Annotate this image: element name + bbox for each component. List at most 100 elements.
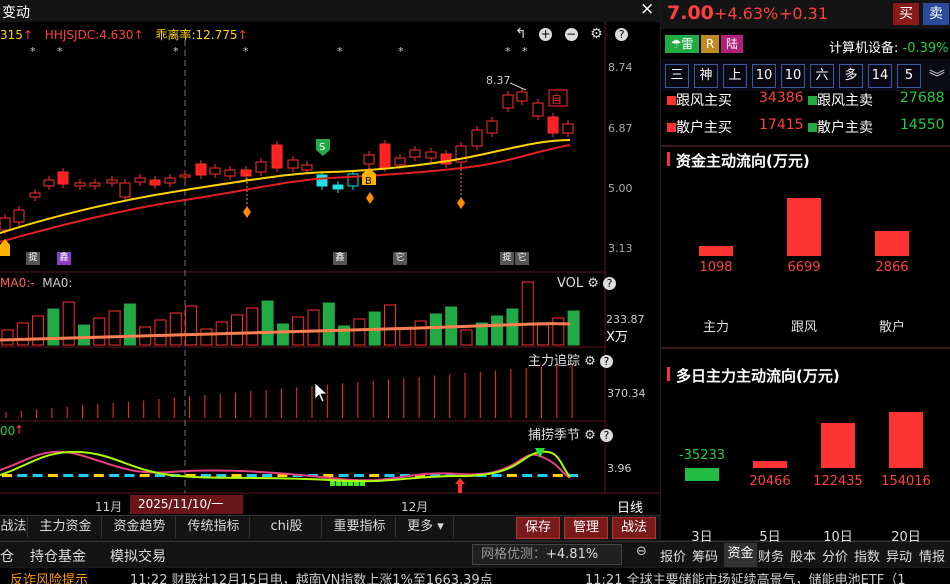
trade-value: 27688 [900, 90, 945, 106]
status-sim-trade[interactable]: 模拟交易 [110, 546, 166, 566]
flow-bar [699, 246, 733, 256]
save-button[interactable]: 保存 [516, 517, 560, 539]
tab-important[interactable]: 重要指标 [324, 516, 396, 538]
flow-value: 154016 [881, 474, 931, 489]
status-position[interactable]: 仓 [0, 546, 14, 566]
flow-bar [889, 412, 923, 468]
flow-bar [787, 198, 821, 256]
tab-chips[interactable]: 筹码 [692, 546, 718, 565]
thunder-badge[interactable]: ☂雷 [665, 35, 699, 53]
trade-value: 17415 [759, 117, 804, 133]
sector-name: 计算机设备: [829, 41, 899, 56]
flow-bar [753, 461, 787, 468]
collapse-icon[interactable]: ⊖ [636, 544, 647, 559]
event-badge[interactable]: 鑫 [57, 252, 71, 265]
svg-text:*: * [505, 45, 511, 58]
help-icon[interactable]: ? [603, 277, 617, 290]
period-tab[interactable]: 三 [665, 64, 689, 88]
news-ticker[interactable]: 反诈风险提示 11:22 财联社12月15日电，越南VN指数上涨1%至1663.… [0, 568, 950, 584]
tab-zhanfa[interactable]: 战法 [0, 516, 28, 538]
ticker-news-1[interactable]: 11:22 财联社12月15日电，越南VN指数上涨1%至1663.39点 [130, 569, 570, 584]
gear-icon[interactable]: ⚙ [584, 428, 596, 443]
help-icon[interactable]: ? [599, 429, 613, 442]
lu-badge[interactable]: 陆 [721, 35, 743, 53]
event-badge[interactable]: 提 [500, 252, 514, 265]
period-tab[interactable]: 14 [868, 64, 892, 88]
svg-text:*: * [337, 45, 343, 58]
event-badge[interactable]: 它 [515, 252, 529, 265]
svg-text:S: S [319, 142, 325, 153]
grid-optimize-value: +4.81% [546, 547, 599, 562]
trade-label: 散户主卖 [817, 120, 873, 136]
r-badge[interactable]: R [701, 35, 719, 53]
period-tab[interactable]: 10 [781, 64, 805, 88]
period-tab[interactable]: 上 [723, 64, 747, 88]
tab-chi[interactable]: chi股 [252, 516, 322, 538]
separator [661, 145, 950, 147]
chevron-down-icon[interactable]: ︾ [929, 64, 945, 88]
event-badge[interactable]: 鑫 [333, 252, 347, 265]
flow-label: 散户 [878, 320, 905, 335]
ticker-warning[interactable]: 反诈风险提示 [10, 569, 88, 584]
tab-price-dist[interactable]: 分价 [822, 546, 848, 565]
status-holding-fund[interactable]: 持仓基金 [30, 546, 86, 566]
flow-bar [821, 423, 855, 468]
tab-finance[interactable]: 财务 [758, 546, 784, 565]
tab-traditional[interactable]: 传统指标 [178, 516, 250, 538]
zhanfa-button[interactable]: 战法 [612, 517, 656, 539]
trade-value: 34386 [759, 90, 804, 106]
ticker-news-2[interactable]: 11:21 全球主要储能市场延续高景气，储能电池ETF（1 [585, 569, 950, 584]
flow-value: 2866 [875, 260, 909, 275]
flow-label: 20日 [891, 530, 921, 545]
tab-anomaly[interactable]: 异动 [886, 546, 912, 565]
price-tick: 3.13 [608, 242, 633, 255]
tab-main-fund[interactable]: 主力资金 [30, 516, 102, 538]
tab-equity[interactable]: 股本 [790, 546, 816, 565]
event-badge[interactable]: 它 [393, 252, 407, 265]
sell-button[interactable]: 卖 [923, 3, 949, 25]
quote-header: 7.00 +4.63% +0.31 买 卖 [661, 0, 950, 29]
vol-ma-label-2: MA0: [42, 276, 73, 290]
season-title-text: 捕捞季节 [528, 428, 581, 443]
gear-icon[interactable]: ⚙ [584, 354, 596, 369]
tab-intel[interactable]: 情报 [919, 546, 945, 565]
manage-button[interactable]: 管理 [564, 517, 608, 539]
buy-button[interactable]: 买 [893, 3, 919, 25]
tab-index[interactable]: 指数 [854, 546, 880, 565]
time-label-nov: 11月 [95, 500, 123, 514]
vol-title: VOL ⚙ ? [557, 276, 617, 291]
event-badge[interactable]: 提 [26, 252, 40, 265]
grid-optimize-box[interactable]: 网格优测：+4.81% [472, 544, 622, 565]
title-marker [667, 152, 670, 166]
help-icon[interactable]: ? [599, 355, 613, 368]
period-tab[interactable]: 10 [752, 64, 776, 88]
separator [661, 347, 950, 349]
tab-fund-trend[interactable]: 资金趋势 [104, 516, 176, 538]
flow-value: -35233 [678, 448, 726, 463]
kline-chart-pane[interactable]: 变动 × 315↑ HHJSJDC:4.630↑ 乖离率:12.775↑ ↰ +… [0, 0, 660, 515]
sector-info[interactable]: 计算机设备: -0.39% [829, 37, 949, 56]
tab-fund[interactable]: 资金 [724, 543, 757, 567]
svg-text:*: * [243, 45, 249, 58]
tab-quote[interactable]: 报价 [660, 546, 686, 565]
period-tab[interactable]: 神 [694, 64, 718, 88]
buy-marker [667, 96, 676, 105]
svg-text:*: * [398, 45, 404, 58]
buy-marker [667, 123, 676, 132]
period-label[interactable]: 日线 [617, 497, 643, 515]
title-marker [667, 367, 670, 381]
trade-value: 14550 [900, 117, 945, 133]
sell-marker [808, 96, 817, 105]
period-tab[interactable]: 六 [810, 64, 834, 88]
vol-title-text: VOL [557, 276, 584, 291]
period-tab[interactable]: 5 [897, 64, 921, 88]
capital-flow-plot [661, 188, 950, 256]
gear-icon[interactable]: ⚙ [587, 276, 599, 291]
svg-text:*: * [57, 45, 63, 58]
tab-more[interactable]: 更多 ▾ [398, 516, 454, 538]
right-panel: 7.00 +4.63% +0.31 买 卖 ☂雷 R 陆 计算机设备: -0.3… [661, 0, 950, 545]
period-tab[interactable]: 多 [839, 64, 863, 88]
main-force-title-text: 主力追踪 [528, 354, 581, 369]
quote-price: 7.00 [667, 2, 714, 24]
thunder-icon: ☂ [670, 37, 682, 51]
